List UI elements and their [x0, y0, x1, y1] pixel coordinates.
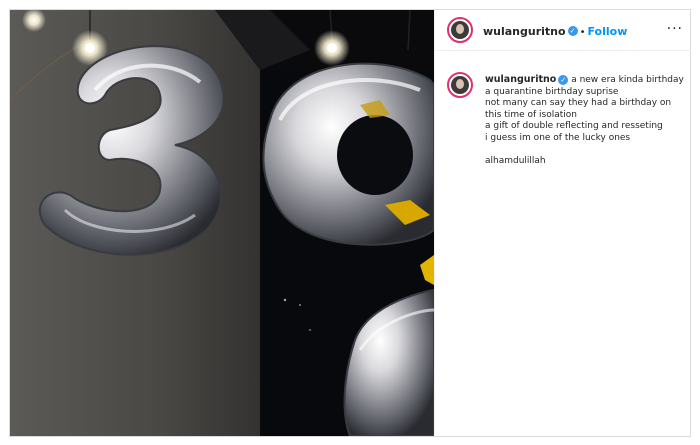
post-media[interactable]: [10, 10, 434, 436]
caption-line-1: wulanguritno ✓ a new era kinda birthday: [485, 74, 685, 87]
caption-username[interactable]: wulanguritno: [485, 74, 556, 85]
follow-button[interactable]: Follow: [587, 25, 627, 38]
post-caption: wulanguritno ✓ a new era kinda birthday a…: [485, 74, 685, 168]
post-header: wulanguritno ✓ • Follow ···: [435, 10, 691, 51]
header-username[interactable]: wulanguritno: [483, 25, 566, 38]
verified-badge-icon: ✓: [567, 25, 578, 36]
verified-badge-icon: ✓: [558, 74, 569, 85]
post-sidebar: wulanguritno ✓ • Follow ··· wulanguritno ✓ a…: [434, 10, 691, 436]
caption-text-line: a quarantine birthday suprise: [485, 86, 619, 97]
header-user-row: wulanguritno ✓ • Follow: [483, 23, 627, 40]
caption-spacer: [485, 145, 685, 157]
caption-text-line: alhamdulillah: [485, 156, 546, 167]
balloon-photo: [10, 10, 434, 436]
caption-avatar[interactable]: [447, 72, 473, 98]
caption-text-line: not many can say they had a birthday on …: [485, 98, 672, 120]
caption-text-line: a gift of double reflecting and ressetin…: [485, 121, 663, 132]
more-options-icon[interactable]: ···: [667, 22, 683, 36]
caption-text-line: a new era kinda birthday: [571, 75, 684, 85]
avatar[interactable]: [447, 17, 473, 43]
separator-dot: •: [579, 27, 586, 38]
caption-text-line: i guess im one of the lucky ones: [485, 132, 631, 143]
